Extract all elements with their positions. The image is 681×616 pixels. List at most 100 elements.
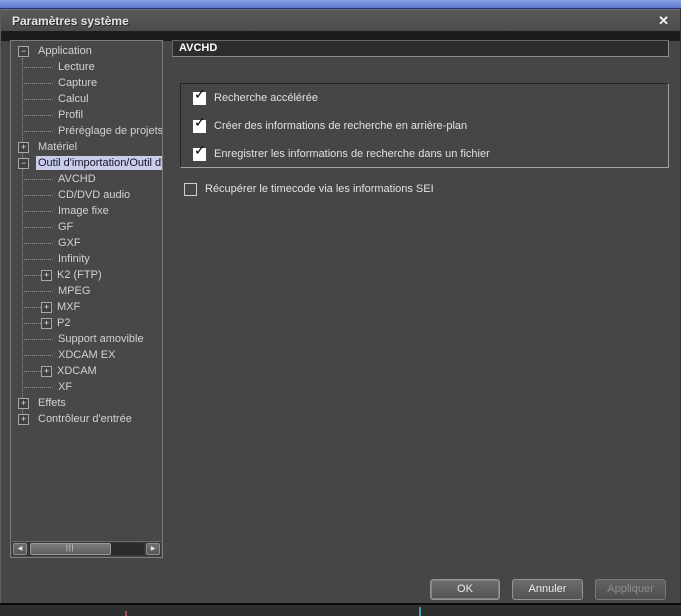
checkbox-enregistrer-informations-fichier[interactable]: ✓ Enregistrer les informations de recher… <box>193 143 490 162</box>
dialog-title: Paramètres système <box>12 13 129 28</box>
tree-item-label: GF <box>58 221 74 233</box>
tree-item-p2[interactable]: + P2 <box>11 315 162 331</box>
tree-item-mpeg[interactable]: MPEG <box>11 283 162 299</box>
apply-button-disabled[interactable]: Appliquer <box>595 579 666 600</box>
checkbox-recherche-acceleree[interactable]: ✓ Recherche accélérée <box>193 87 318 106</box>
scrollbar-thumb[interactable]: ||| <box>30 543 111 555</box>
tree-connector <box>22 66 53 68</box>
page-title: AVCHD <box>172 40 669 57</box>
scroll-right-arrow-icon[interactable]: ▶ <box>146 543 160 555</box>
checked-checkbox-icon[interactable]: ✓ <box>193 143 206 161</box>
tree-item-support-amovible[interactable]: Support amovible <box>11 331 162 347</box>
tree-item-xdcam-ex[interactable]: XDCAM EX <box>11 347 162 363</box>
expand-icon[interactable]: + <box>41 269 52 281</box>
tree-item-label: Contrôleur d'entrée <box>38 413 132 425</box>
tree-connector <box>22 226 53 228</box>
tree-connector <box>22 258 53 260</box>
collapse-icon[interactable]: − <box>18 45 29 57</box>
expand-icon[interactable]: + <box>41 365 52 377</box>
tree-item-label: MPEG <box>58 285 91 297</box>
expand-icon[interactable]: + <box>41 317 52 329</box>
search-options-groupbox: ✓ Recherche accélérée ✓ Créer des inform… <box>180 83 669 168</box>
tree-connector <box>22 210 53 212</box>
tree-item-label: AVCHD <box>58 173 96 185</box>
checkbox-label: Enregistrer les informations de recherch… <box>214 148 490 160</box>
tree-connector <box>22 354 53 356</box>
tree-connector <box>22 338 53 340</box>
tree-item-application[interactable]: − Application <box>11 43 162 59</box>
tree-connector <box>22 386 53 388</box>
tree-item-cd-dvd-audio[interactable]: CD/DVD audio <box>11 187 162 203</box>
tree-item-effets[interactable]: + Effets <box>11 395 162 411</box>
ok-button[interactable]: OK <box>430 579 500 600</box>
background-window-strip <box>0 0 681 9</box>
tree-item-xf[interactable]: XF <box>11 379 162 395</box>
tree-item-contr-leur-d-entr-e[interactable]: + Contrôleur d'entrée <box>11 411 162 427</box>
tree-item-label: Profil <box>58 109 84 121</box>
tree-connector <box>22 82 53 84</box>
tree-item-label: Calcul <box>58 93 89 105</box>
check-icon: ✓ <box>194 142 206 159</box>
screen: Paramètres système ✕ − Application Lecture… <box>0 0 681 616</box>
background-tick <box>125 611 127 616</box>
collapse-icon[interactable]: − <box>18 157 29 169</box>
settings-tree: − Application Lecture Capture Calcul Profil Pr… <box>11 43 162 427</box>
checkbox-label: Récupérer le timecode via les informatio… <box>205 183 434 195</box>
tree-item-label: P2 <box>57 317 71 329</box>
expand-icon[interactable]: + <box>18 141 29 153</box>
expand-icon[interactable]: + <box>41 301 52 313</box>
background-tick <box>419 607 421 616</box>
tree-item-label: Effets <box>38 397 66 409</box>
scrollbar-track[interactable]: ||| <box>29 543 144 555</box>
tree-item-label: MXF <box>57 301 81 313</box>
tree-connector <box>22 290 53 292</box>
tree-item-gxf[interactable]: GXF <box>11 235 162 251</box>
tree-item-label: Matériel <box>38 141 78 153</box>
unchecked-checkbox-icon[interactable] <box>184 182 197 196</box>
checked-checkbox-icon[interactable]: ✓ <box>193 87 206 105</box>
checkbox-creer-informations-arriere-plan[interactable]: ✓ Créer des informations de recherche en… <box>193 115 467 134</box>
tree-horizontal-scrollbar[interactable]: ◀ ||| ▶ <box>12 541 161 556</box>
tree-connector <box>22 306 41 308</box>
tree-item-capture[interactable]: Capture <box>11 75 162 91</box>
close-icon[interactable]: ✕ <box>658 14 669 27</box>
tree-item-gf[interactable]: GF <box>11 219 162 235</box>
tree-item-calcul[interactable]: Calcul <box>11 91 162 107</box>
checkbox-recuperer-timecode-sei[interactable]: Récupérer le timecode via les informatio… <box>184 181 434 197</box>
tree-item-k2-ftp[interactable]: + K2 (FTP) <box>11 267 162 283</box>
tree-connector <box>22 114 53 116</box>
expand-icon[interactable]: + <box>18 397 29 409</box>
tree-item-infinity[interactable]: Infinity <box>11 251 162 267</box>
scroll-left-arrow-icon[interactable]: ◀ <box>13 543 27 555</box>
tree-connector <box>22 194 53 196</box>
cancel-button[interactable]: Annuler <box>512 579 583 600</box>
tree-connector <box>22 322 41 324</box>
checked-checkbox-icon[interactable]: ✓ <box>193 115 206 133</box>
tree-item-mat-riel[interactable]: + Matériel <box>11 139 162 155</box>
tree-item-lecture[interactable]: Lecture <box>11 59 162 75</box>
tree-connector <box>22 98 53 100</box>
tree-item-pr-r-glage-de-projets[interactable]: Préréglage de projets <box>11 123 162 139</box>
tree-connector <box>22 370 41 372</box>
tree-item-label: Image fixe <box>58 205 109 217</box>
tree-item-label: Lecture <box>58 61 95 73</box>
checkbox-label: Recherche accélérée <box>214 92 318 104</box>
tree-item-label: GXF <box>58 237 81 249</box>
tree-item-mxf[interactable]: + MXF <box>11 299 162 315</box>
check-icon: ✓ <box>194 114 206 131</box>
check-icon: ✓ <box>194 86 206 103</box>
tree-item-xdcam[interactable]: + XDCAM <box>11 363 162 379</box>
tree-item-label: K2 (FTP) <box>57 269 102 281</box>
tree-item-profil[interactable]: Profil <box>11 107 162 123</box>
settings-tree-panel: − Application Lecture Capture Calcul Profil Pr… <box>10 40 163 558</box>
tree-item-image-fixe[interactable]: Image fixe <box>11 203 162 219</box>
tree-item-label: Support amovible <box>58 333 144 345</box>
tree-item-label: Infinity <box>58 253 90 265</box>
title-bar[interactable]: Paramètres système ✕ <box>1 9 680 31</box>
tree-item-label: Préréglage de projets <box>58 125 162 137</box>
tree-item-avchd[interactable]: AVCHD <box>11 171 162 187</box>
tree-item-outil-d-importation-outil-d[interactable]: − Outil d'importation/Outil d' <box>11 155 162 171</box>
tree-item-label: Outil d'importation/Outil d' <box>36 156 162 170</box>
tree-item-label: XDCAM EX <box>58 349 116 361</box>
expand-icon[interactable]: + <box>18 413 29 425</box>
